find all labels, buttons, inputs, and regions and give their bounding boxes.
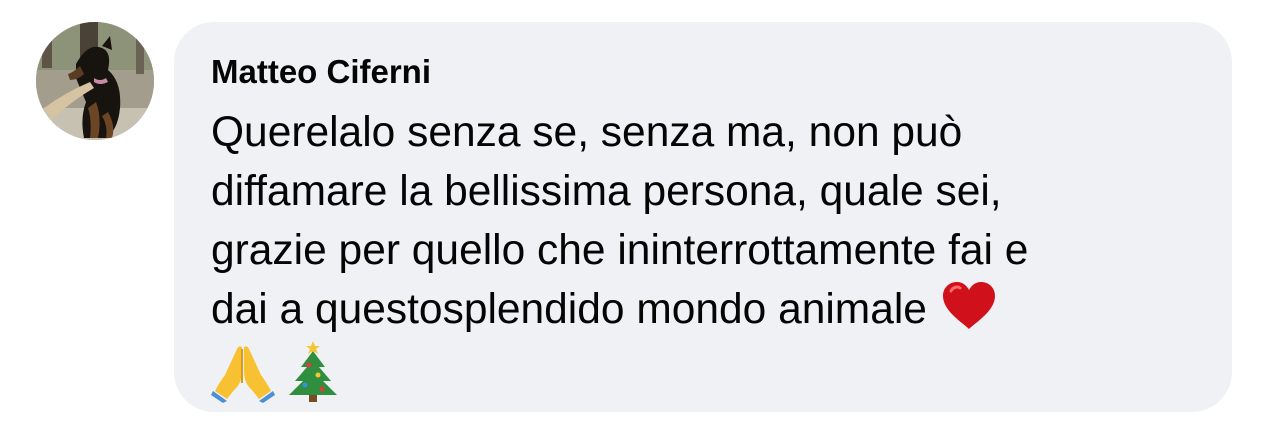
praying-hands-icon [211, 346, 275, 403]
comment: Matteo Ciferni Querelalo senza se, senza… [0, 0, 1280, 422]
comment-text-line: diffamare la bellissima persona, quale s… [211, 168, 1002, 215]
heart-icon [942, 282, 995, 329]
comment-text-line: dai a questosplendido mondo animale [211, 286, 927, 333]
comment-text-line: grazie per quello che ininterrottamente … [211, 227, 1029, 274]
christmas-tree-icon [289, 341, 337, 402]
comment-bubble: Matteo Ciferni Querelalo senza se, senza… [174, 22, 1232, 412]
comment-text: Querelalo senza se, senza ma, non può di… [211, 103, 1196, 403]
comment-text-line: Querelalo senza se, senza ma, non può [211, 109, 963, 156]
avatar-dog-photo-icon [36, 22, 154, 140]
comment-text-line-last: dai a questosplendido mondo animale [211, 280, 1196, 339]
avatar[interactable] [36, 22, 154, 140]
comment-emoji-line [211, 339, 1196, 403]
comment-author-name[interactable]: Matteo Ciferni [211, 52, 1196, 92]
